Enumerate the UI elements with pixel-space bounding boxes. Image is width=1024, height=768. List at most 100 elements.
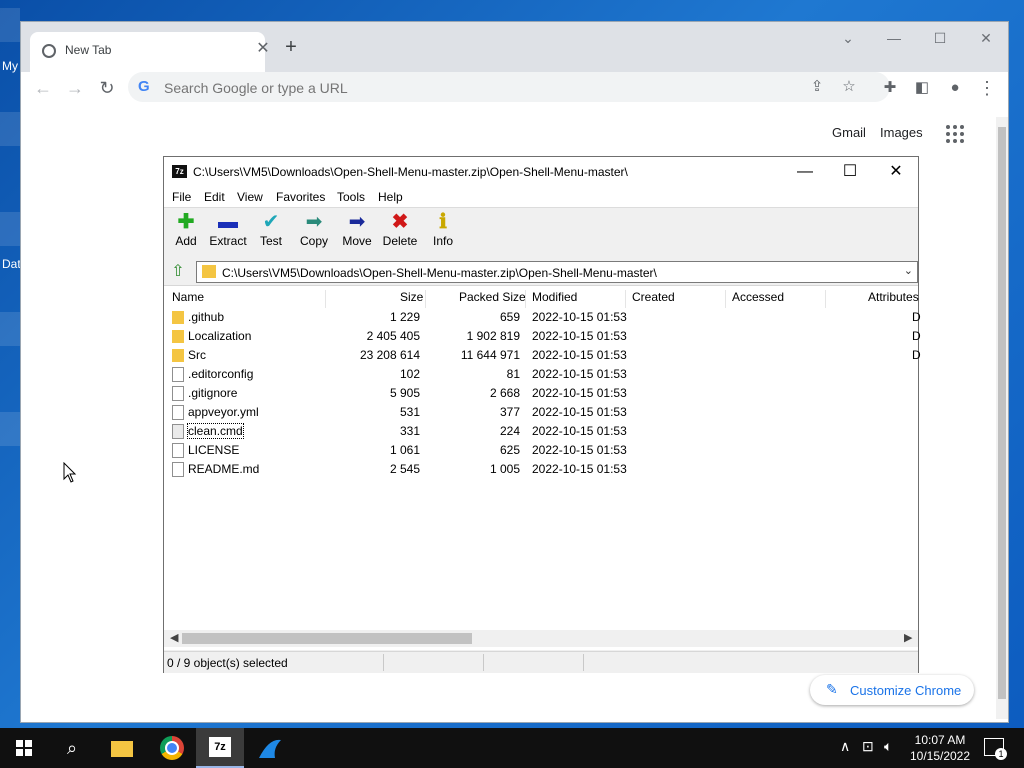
page-scrollbar-thumb[interactable] (998, 127, 1006, 699)
app-taskbar-button[interactable] (246, 728, 294, 768)
column-packed-size[interactable]: Packed Size (459, 290, 526, 304)
scroll-left-icon[interactable]: ◀ (170, 631, 178, 644)
fin-app-icon (259, 740, 281, 759)
table-row[interactable]: clean.cmd 331 224 2022-10-15 01:53 (164, 422, 918, 441)
table-row[interactable]: .editorconfig 102 81 2022-10-15 01:53 (164, 365, 918, 384)
cell-attributes: D (912, 310, 921, 324)
add-button[interactable]: ✚ Add (164, 210, 208, 256)
close-window-icon[interactable]: ✕ (881, 161, 911, 183)
chrome-favicon-icon (42, 44, 56, 58)
scroll-right-icon[interactable]: ▶ (904, 631, 912, 644)
cell-modified: 2022-10-15 01:53 (532, 462, 627, 476)
cell-size: 102 (399, 367, 420, 381)
menu-help[interactable]: Help (378, 190, 403, 204)
column-attributes[interactable]: Attributes (868, 290, 919, 304)
table-row[interactable]: Src 23 208 614 11 644 971 2022-10-15 01:53 D (164, 346, 921, 365)
table-row[interactable]: .gitignore 5 905 2 668 2022-10-15 01:53 (164, 384, 918, 403)
system-clock[interactable]: 10:07 AM 10/15/2022 (900, 732, 980, 764)
extract-button[interactable]: ▬ Extract (206, 210, 250, 256)
cell-name: LICENSE (188, 443, 240, 457)
column-divider[interactable] (625, 290, 626, 308)
maximize-icon[interactable]: ☐ (835, 161, 865, 183)
close-window-icon[interactable]: ✕ (971, 28, 1001, 48)
search-button[interactable]: ⌕ (48, 728, 96, 768)
minimize-icon[interactable]: — (879, 28, 909, 48)
file-list[interactable]: Name Size Packed Size Modified Created A… (164, 285, 921, 650)
menu-kebab-icon[interactable]: ⋮ (975, 76, 999, 100)
maximize-icon[interactable]: ☐ (925, 28, 955, 48)
test-button[interactable]: ✔ Test (249, 210, 293, 256)
cell-modified: 2022-10-15 01:53 (532, 386, 627, 400)
side-panel-icon[interactable]: ◧ (910, 76, 934, 100)
column-divider[interactable] (725, 290, 726, 308)
file-explorer-button[interactable] (98, 728, 146, 768)
cell-name: .editorconfig (188, 367, 254, 381)
column-modified[interactable]: Modified (532, 290, 577, 304)
desktop-icon[interactable] (0, 112, 20, 146)
table-row[interactable]: LICENSE 1 061 625 2022-10-15 01:53 (164, 441, 918, 460)
close-tab-icon[interactable]: ✕ (253, 39, 273, 59)
tab-new-tab[interactable]: New Tab ✕ (30, 32, 270, 72)
cell-packed-size: 1 005 (489, 462, 520, 476)
column-divider[interactable] (325, 290, 326, 308)
menu-edit[interactable]: Edit (204, 190, 225, 204)
omnibox-input[interactable] (162, 77, 766, 99)
images-link[interactable]: Images (880, 125, 923, 140)
volume-icon[interactable]: 🔈︎ (884, 738, 892, 755)
menu-favorites[interactable]: Favorites (276, 190, 325, 204)
table-row[interactable]: README.md 2 545 1 005 2022-10-15 01:53 (164, 460, 918, 479)
desktop-icon[interactable] (0, 412, 20, 446)
cell-name: .gitignore (188, 386, 238, 400)
reload-icon[interactable]: ↻ (95, 76, 119, 100)
desktop-icon[interactable] (0, 8, 20, 42)
desktop-icon[interactable] (0, 212, 20, 246)
customize-chrome-label: Customize Chrome (850, 683, 962, 698)
chevron-down-icon[interactable]: ⌄ (904, 264, 913, 277)
desktop-label: My (2, 59, 18, 73)
cell-size: 2 405 405 (366, 329, 420, 343)
menu-view[interactable]: View (237, 190, 263, 204)
table-row[interactable]: appveyor.yml 531 377 2022-10-15 01:53 (164, 403, 918, 422)
move-button[interactable]: ➡ Move (335, 210, 379, 256)
customize-chrome-button[interactable]: ✎ Customize Chrome (810, 675, 974, 705)
network-icon[interactable]: ⊡ (862, 738, 874, 755)
column-size[interactable]: Size (400, 290, 423, 304)
info-button[interactable]: ℹ Info (421, 210, 465, 256)
horizontal-scrollbar[interactable]: ◀ ▶ (164, 630, 918, 647)
minimize-icon[interactable]: — (790, 161, 820, 183)
column-divider[interactable] (525, 290, 526, 308)
back-icon[interactable]: ← (31, 76, 55, 100)
column-accessed[interactable]: Accessed (732, 290, 784, 304)
table-row[interactable]: .github 1 229 659 2022-10-15 01:53 D (164, 308, 921, 327)
copy-button[interactable]: ➡ Copy (292, 210, 336, 256)
table-row[interactable]: Localization 2 405 405 1 902 819 2022-10-15… (164, 327, 921, 346)
google-apps-icon[interactable] (946, 125, 964, 143)
bookmark-star-icon[interactable]: ☆ (839, 77, 859, 97)
cell-packed-size: 1 902 819 (466, 329, 520, 343)
tab-search-icon[interactable]: ⌄ (833, 28, 863, 48)
start-button[interactable] (0, 728, 48, 768)
gmail-link[interactable]: Gmail (832, 125, 866, 140)
share-icon[interactable]: ⇪ (807, 77, 827, 97)
column-name[interactable]: Name (172, 290, 204, 304)
delete-button[interactable]: ✖ Delete (378, 210, 422, 256)
column-divider[interactable] (825, 290, 826, 308)
file-icon (172, 367, 184, 382)
tab-title: New Tab (65, 43, 112, 57)
menu-tools[interactable]: Tools (337, 190, 365, 204)
up-folder-icon[interactable]: ⇧ (168, 262, 188, 282)
extensions-icon[interactable]: ✚ (878, 76, 902, 100)
page-scrollbar[interactable] (996, 117, 1008, 719)
column-created[interactable]: Created (632, 290, 675, 304)
path-combobox[interactable]: C:\Users\VM5\Downloads\Open-Shell-Menu-m… (196, 261, 918, 283)
chevron-up-icon[interactable]: ∧ (840, 738, 850, 755)
profile-avatar-icon[interactable]: ● (943, 76, 967, 100)
menu-file[interactable]: File (172, 190, 191, 204)
sevenzip-titlebar[interactable]: 7z C:\Users\VM5\Downloads\Open-Shell-Men… (164, 157, 918, 187)
forward-icon[interactable]: → (63, 76, 87, 100)
horizontal-scrollbar-thumb[interactable] (182, 633, 472, 644)
desktop-icon[interactable] (0, 312, 20, 346)
column-divider[interactable] (425, 290, 426, 308)
omnibox[interactable]: G ⇪ ☆ (128, 72, 890, 102)
new-tab-button[interactable]: + (280, 36, 302, 58)
